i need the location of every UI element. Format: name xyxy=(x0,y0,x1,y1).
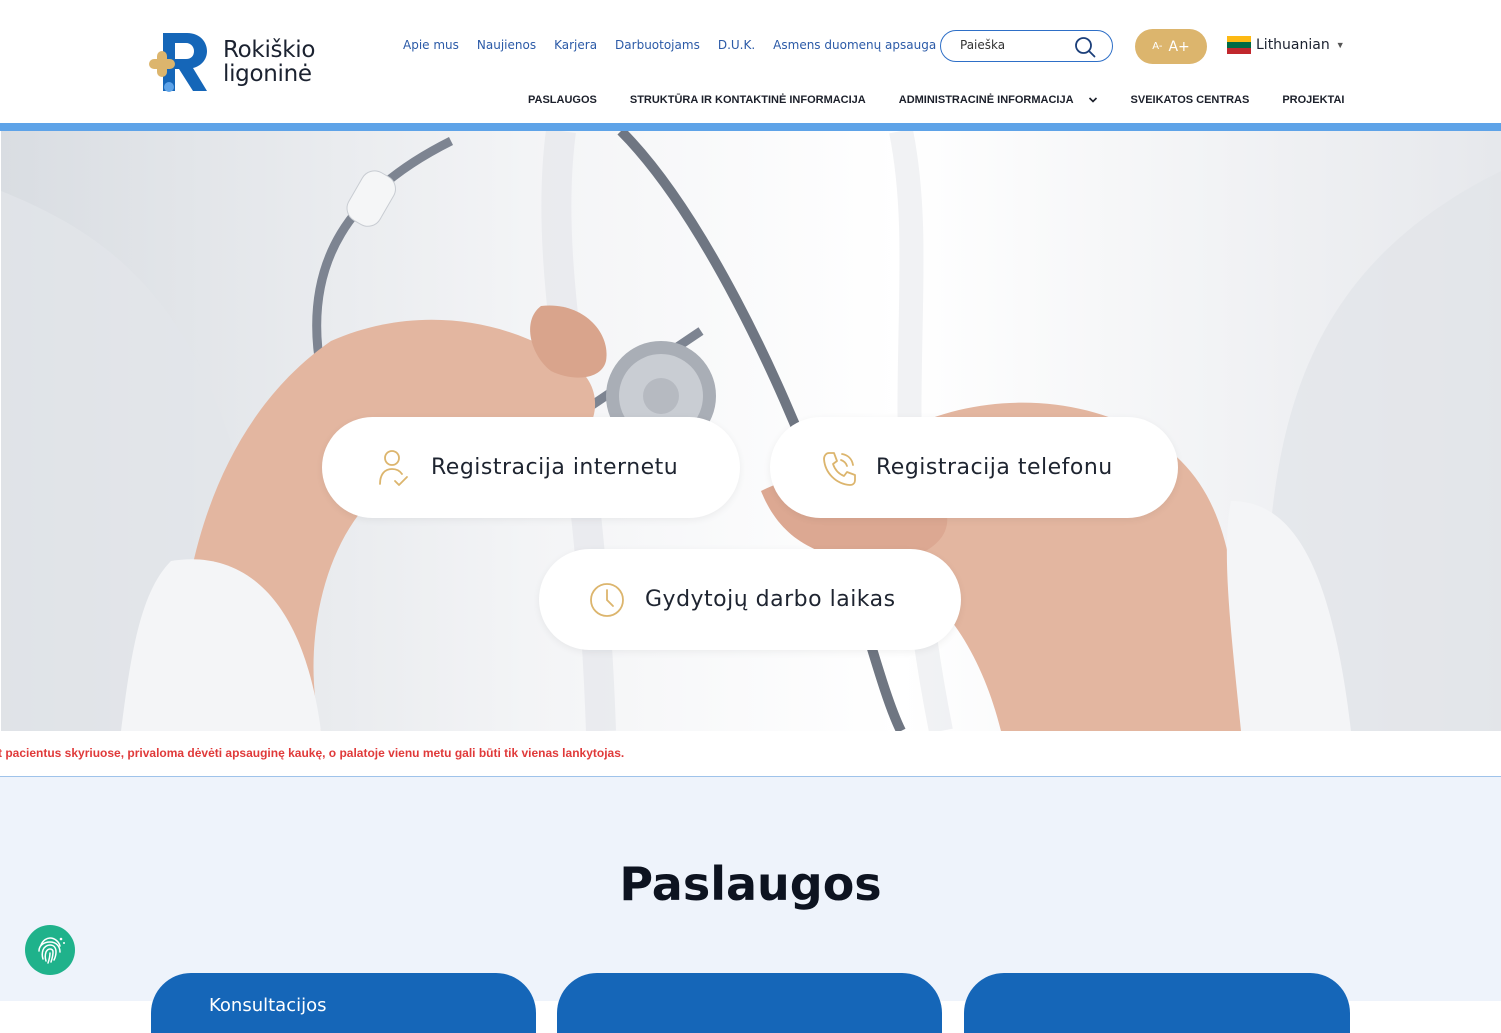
doctor-hours-button[interactable]: Gydytojų darbo laikas xyxy=(539,549,961,650)
main-nav: PASLAUGOS STRUKTŪRA IR KONTAKTINĖ INFORM… xyxy=(528,94,1344,106)
service-card-3[interactable] xyxy=(964,973,1350,1033)
language-label: Lithuanian xyxy=(1256,37,1330,53)
caret-down-icon: ▼ xyxy=(1335,40,1345,50)
nav-item-administracine[interactable]: ADMINISTRACINĖ INFORMACIJA xyxy=(899,94,1074,106)
top-link-karjera[interactable]: Karjera xyxy=(554,38,597,52)
site-header: Rokiškio ligoninė Apie mus Naujienos Kar… xyxy=(0,0,1501,123)
nav-item-struktura[interactable]: STRUKTŪRA IR KONTAKTINĖ INFORMACIJA xyxy=(630,94,866,106)
services-title: Paslaugos xyxy=(619,857,882,911)
top-link-darbuotojams[interactable]: Darbuotojams xyxy=(615,38,700,52)
online-registration-button[interactable]: Registracija internetu xyxy=(322,417,740,518)
logo-line-1: Rokiškio xyxy=(223,37,316,63)
online-registration-label: Registracija internetu xyxy=(431,455,679,480)
nav-item-paslaugos[interactable]: PASLAUGOS xyxy=(528,94,597,106)
top-link-apie-mus[interactable]: Apie mus xyxy=(403,38,459,52)
announcement-text: t pacientus skyriuose, privaloma dėvėti … xyxy=(0,746,625,760)
top-link-duomenu-apsauga[interactable]: Asmens duomenų apsauga xyxy=(773,38,936,52)
lithuania-flag-icon xyxy=(1227,36,1251,54)
hero-banner: Registracija internetu Registracija tele… xyxy=(1,131,1501,731)
phone-registration-label: Registracija telefonu xyxy=(876,455,1113,480)
user-check-icon xyxy=(379,449,408,486)
phone-registration-button[interactable]: Registracija telefonu xyxy=(770,417,1178,518)
nav-item-projektai[interactable]: PROJEKTAI xyxy=(1282,94,1344,106)
service-card-2[interactable] xyxy=(557,973,942,1033)
fingerprint-icon xyxy=(38,937,65,964)
top-link-duk[interactable]: D.U.K. xyxy=(718,38,755,52)
accessibility-button[interactable] xyxy=(25,925,75,975)
top-links: Apie mus Naujienos Karjera Darbuotojams … xyxy=(403,38,954,52)
service-card-label: Konsultacijos xyxy=(209,995,327,1016)
font-decrease-button[interactable]: A- xyxy=(1152,41,1162,52)
font-size-control: A- A+ xyxy=(1135,29,1207,64)
service-card-1[interactable]: Konsultacijos xyxy=(151,973,536,1033)
logo-icon xyxy=(149,29,215,95)
search-box xyxy=(940,30,1113,62)
search-input[interactable] xyxy=(960,38,1070,52)
clock-icon xyxy=(590,582,624,617)
phone-icon xyxy=(823,451,856,486)
top-link-naujienos[interactable]: Naujienos xyxy=(477,38,536,52)
nav-item-sveikatos-centras[interactable]: SVEIKATOS CENTRAS xyxy=(1131,94,1250,106)
doctor-hours-label: Gydytojų darbo laikas xyxy=(645,587,896,612)
language-selector[interactable]: Lithuanian ▼ xyxy=(1227,36,1345,54)
logo-line-2: ligoninė xyxy=(223,61,312,87)
chevron-down-icon[interactable] xyxy=(1088,95,1098,105)
services-section: Paslaugos Konsultacijos xyxy=(0,777,1501,1033)
logo-text: Rokiškio ligoninė xyxy=(223,38,315,86)
site-logo[interactable]: Rokiškio ligoninė xyxy=(149,28,339,96)
search-icon[interactable] xyxy=(1074,36,1096,58)
announcement-ticker: t pacientus skyriuose, privaloma dėvėti … xyxy=(0,731,1501,777)
font-increase-button[interactable]: A+ xyxy=(1168,39,1189,55)
header-accent-bar xyxy=(0,123,1501,131)
